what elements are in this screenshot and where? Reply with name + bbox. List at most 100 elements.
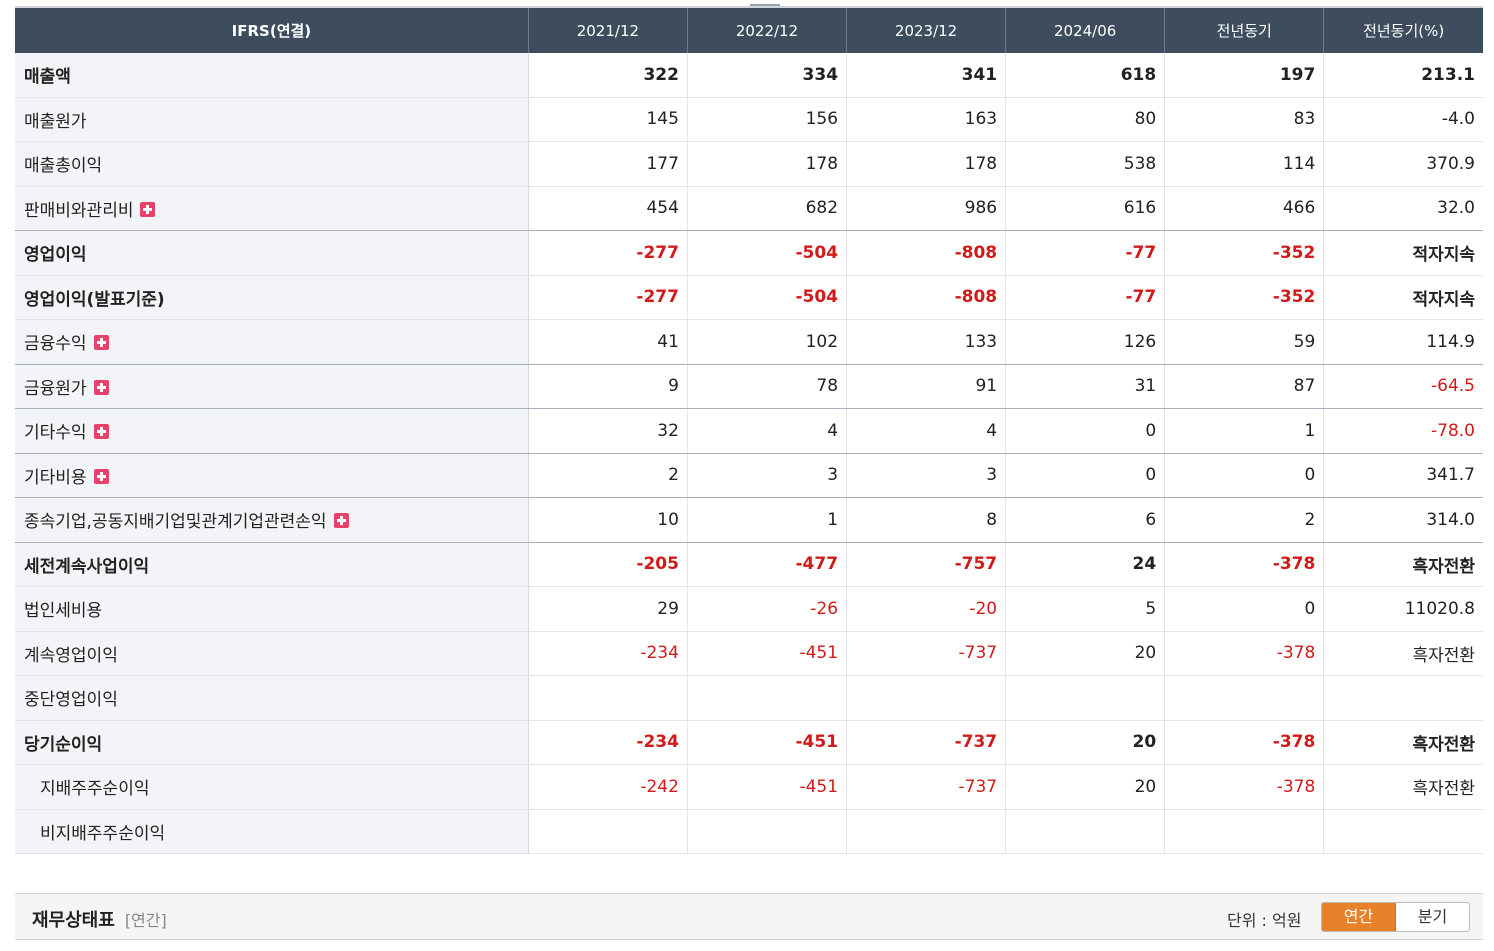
cell: -808 bbox=[846, 230, 1006, 276]
cell: 341 bbox=[846, 53, 1006, 98]
expand-plus-icon[interactable] bbox=[140, 201, 156, 217]
cell: -77 bbox=[1005, 275, 1165, 320]
cell: -234 bbox=[527, 631, 688, 676]
table-row: 영업이익(발표기준) -277 -504 -808 -77 -352 적자지속 bbox=[15, 275, 1483, 320]
cell: -737 bbox=[846, 764, 1006, 810]
cell: 114.9 bbox=[1323, 319, 1483, 365]
expand-plus-icon[interactable] bbox=[93, 468, 109, 484]
table-row: 매출총이익 177 178 178 538 114 370.9 bbox=[15, 141, 1483, 187]
cell bbox=[686, 809, 847, 854]
cell: -451 bbox=[686, 764, 847, 810]
cell: 80 bbox=[1005, 97, 1165, 142]
cell: 0 bbox=[1164, 453, 1324, 498]
header-2022-12: 2022/12 bbox=[686, 8, 847, 53]
cell: 78 bbox=[686, 364, 847, 409]
cell: 11020.8 bbox=[1323, 586, 1483, 632]
row-label: 기타비용 bbox=[15, 453, 529, 498]
cell bbox=[1164, 675, 1324, 721]
table-row: 매출액 322 334 341 618 197 213.1 bbox=[15, 53, 1483, 98]
cell: -737 bbox=[846, 631, 1006, 676]
expand-plus-icon[interactable] bbox=[93, 379, 109, 395]
cell: -451 bbox=[686, 631, 847, 676]
cell: -477 bbox=[686, 542, 847, 587]
row-label: 판매비와관리비 bbox=[15, 186, 529, 231]
cell: 178 bbox=[686, 141, 847, 187]
table-row: 당기순이익 -234 -451 -737 20 -378 흑자전환 bbox=[15, 720, 1483, 765]
cell: 102 bbox=[686, 319, 847, 365]
cell: 흑자전환 bbox=[1323, 764, 1483, 810]
cell: 20 bbox=[1005, 631, 1165, 676]
row-label: 당기순이익 bbox=[15, 720, 529, 765]
cell bbox=[1005, 675, 1165, 721]
cell: -378 bbox=[1164, 631, 1324, 676]
cell: 20 bbox=[1005, 720, 1165, 765]
table-row: 판매비와관리비 454 682 986 616 466 32.0 bbox=[15, 186, 1483, 231]
section-period: [연간] bbox=[124, 911, 167, 930]
row-label: 영업이익(발표기준) bbox=[15, 275, 529, 320]
row-label: 법인세비용 bbox=[15, 586, 529, 632]
table-row: 계속영업이익 -234 -451 -737 20 -378 흑자전환 bbox=[15, 631, 1483, 676]
cell bbox=[1323, 809, 1483, 854]
cell: 334 bbox=[686, 53, 847, 98]
cell: -277 bbox=[527, 230, 688, 276]
cell: 0 bbox=[1164, 586, 1324, 632]
row-label: 계속영업이익 bbox=[15, 631, 529, 676]
cell: 4 bbox=[846, 408, 1006, 454]
cell: -378 bbox=[1164, 542, 1324, 587]
cell: -205 bbox=[527, 542, 688, 587]
cell: 145 bbox=[527, 97, 688, 142]
expand-plus-icon[interactable] bbox=[93, 424, 109, 440]
cell: -451 bbox=[686, 720, 847, 765]
table-row: 중단영업이익 bbox=[15, 675, 1483, 721]
cell: 682 bbox=[686, 186, 847, 231]
cell: -757 bbox=[846, 542, 1006, 587]
table-row: 영업이익 -277 -504 -808 -77 -352 적자지속 bbox=[15, 230, 1483, 276]
cell: 322 bbox=[527, 53, 688, 98]
period-toggle: 연간 분기 bbox=[1321, 902, 1470, 932]
cell: 흑자전환 bbox=[1323, 542, 1483, 587]
row-label: 영업이익 bbox=[15, 230, 529, 276]
header-prev-period: 전년동기 bbox=[1164, 8, 1324, 53]
cell: 177 bbox=[527, 141, 688, 187]
cell: 156 bbox=[686, 97, 847, 142]
cell bbox=[1164, 809, 1324, 854]
header-2021-12: 2021/12 bbox=[527, 8, 688, 53]
cell: 3 bbox=[846, 453, 1006, 498]
unit-label: 단위 : 억원 bbox=[1227, 911, 1302, 930]
header-2023-12: 2023/12 bbox=[846, 8, 1006, 53]
cell: 2 bbox=[1164, 497, 1324, 543]
toggle-quarterly-button[interactable]: 분기 bbox=[1396, 903, 1469, 931]
expand-plus-icon[interactable] bbox=[333, 513, 349, 529]
toggle-annual-button[interactable]: 연간 bbox=[1322, 903, 1396, 931]
cell: 4 bbox=[686, 408, 847, 454]
cell: 32.0 bbox=[1323, 186, 1483, 231]
cell: 5 bbox=[1005, 586, 1165, 632]
cell: 91 bbox=[846, 364, 1006, 409]
cell: 6 bbox=[1005, 497, 1165, 543]
table-row: 비지배주주순이익 bbox=[15, 809, 1483, 854]
cell: 흑자전환 bbox=[1323, 720, 1483, 765]
cell: 133 bbox=[846, 319, 1006, 365]
table-row: 매출원가 145 156 163 80 83 -4.0 bbox=[15, 97, 1483, 142]
cell: 적자지속 bbox=[1323, 275, 1483, 320]
cell: 197 bbox=[1164, 53, 1324, 98]
cell: -737 bbox=[846, 720, 1006, 765]
cell: 3 bbox=[686, 453, 847, 498]
row-label: 비지배주주순이익 bbox=[15, 809, 529, 854]
cell: -242 bbox=[527, 764, 688, 810]
cell: -64.5 bbox=[1323, 364, 1483, 409]
cell: -378 bbox=[1164, 764, 1324, 810]
cell: 0 bbox=[1005, 453, 1165, 498]
row-label: 기타수익 bbox=[15, 408, 529, 454]
cell: 1 bbox=[686, 497, 847, 543]
cell: 32 bbox=[527, 408, 688, 454]
expand-plus-icon[interactable] bbox=[93, 335, 109, 351]
cell: -234 bbox=[527, 720, 688, 765]
cell bbox=[527, 675, 688, 721]
cell: 2 bbox=[527, 453, 688, 498]
cell: 618 bbox=[1005, 53, 1165, 98]
cell: 29 bbox=[527, 586, 688, 632]
cell bbox=[527, 809, 688, 854]
cell: -26 bbox=[686, 586, 847, 632]
cell bbox=[1005, 809, 1165, 854]
